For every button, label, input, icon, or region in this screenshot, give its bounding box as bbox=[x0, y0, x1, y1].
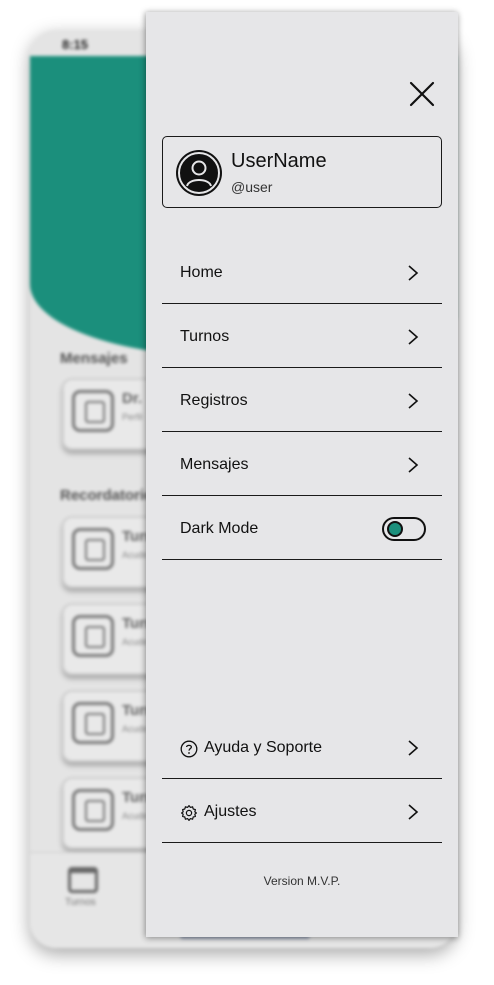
toggle-knob bbox=[387, 521, 403, 537]
reminder-icon bbox=[72, 528, 114, 570]
settings-label: Ajustes bbox=[204, 803, 257, 820]
send-icon bbox=[72, 390, 114, 432]
reminder-card-subtitle: Acudir bbox=[122, 811, 148, 821]
menu-item-label: Turnos bbox=[180, 328, 230, 345]
chevron-right-icon bbox=[408, 740, 419, 756]
reminder-card-subtitle: Acudir bbox=[122, 637, 148, 647]
side-drawer: UserName @user Home Turnos Registros Men… bbox=[146, 12, 458, 937]
message-card-subtitle: Perfil bbox=[122, 412, 143, 422]
gear-icon bbox=[181, 805, 197, 821]
reminder-icon bbox=[72, 789, 114, 831]
menu-item-home[interactable]: Home bbox=[162, 240, 442, 304]
menu-item-label: Home bbox=[180, 264, 223, 281]
reminder-card-subtitle: Acudir bbox=[122, 550, 148, 560]
chevron-right-icon bbox=[408, 457, 419, 473]
menu-item-label: Mensajes bbox=[180, 456, 249, 473]
menu-item-help-support[interactable]: Ayuda y Soporte bbox=[162, 715, 442, 779]
chevron-right-icon bbox=[408, 804, 419, 820]
help-circle-icon bbox=[180, 740, 198, 758]
user-avatar-icon bbox=[176, 150, 222, 196]
reminder-icon bbox=[72, 615, 114, 657]
dark-mode-toggle[interactable] bbox=[382, 517, 426, 541]
menu-item-mensajes[interactable]: Mensajes bbox=[162, 432, 442, 496]
user-handle: @user bbox=[231, 179, 273, 195]
menu-item-settings[interactable]: Ajustes bbox=[162, 779, 442, 843]
help-support-label: Ayuda y Soporte bbox=[204, 739, 323, 756]
menu-item-label: Registros bbox=[180, 392, 248, 409]
version-label: Version M.V.P. bbox=[263, 874, 341, 888]
section-title-messages: Mensajes bbox=[60, 350, 128, 367]
reminder-card-subtitle: Acudir bbox=[122, 724, 148, 734]
close-button[interactable] bbox=[402, 74, 442, 114]
dark-mode-label: Dark Mode bbox=[180, 520, 259, 537]
menu-item-dark-mode: Dark Mode bbox=[162, 496, 442, 560]
menu-item-turnos[interactable]: Turnos bbox=[162, 304, 442, 368]
reminder-icon bbox=[72, 702, 114, 744]
calendar-icon bbox=[68, 867, 98, 893]
bottom-nav-label-turnos: Turnos bbox=[65, 897, 96, 908]
status-time: 8:15 bbox=[62, 37, 89, 52]
chevron-right-icon bbox=[408, 393, 419, 409]
menu-item-registros[interactable]: Registros bbox=[162, 368, 442, 432]
close-icon bbox=[409, 81, 435, 107]
message-card-title: Dr. bbox=[122, 390, 143, 407]
screen: 8:15 Mensajes Dr. Perfil Recordatorios T… bbox=[0, 0, 494, 985]
chevron-right-icon bbox=[408, 329, 419, 345]
chevron-right-icon bbox=[408, 265, 419, 281]
user-name: UserName bbox=[231, 150, 327, 172]
user-profile-card[interactable]: UserName @user bbox=[162, 136, 442, 208]
